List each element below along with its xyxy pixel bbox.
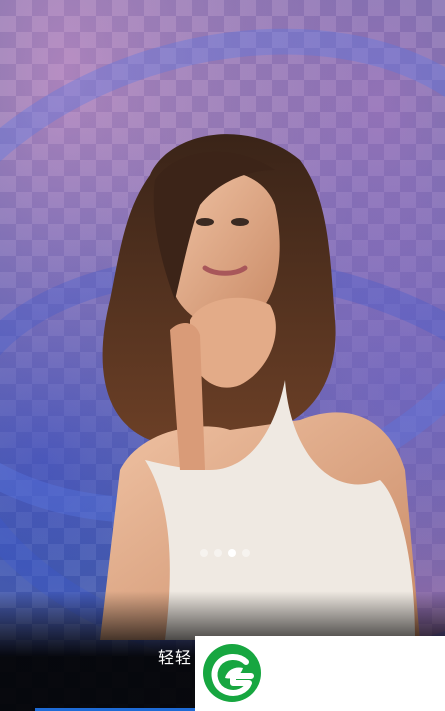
onboarding-caption: 轻轻 [158, 648, 193, 667]
watermark-badge [195, 636, 445, 711]
page-indicator [200, 549, 250, 557]
leaf-g-logo-icon [203, 644, 261, 702]
page-dot-active[interactable] [228, 549, 236, 557]
page-dot[interactable] [200, 549, 208, 557]
page-dot[interactable] [242, 549, 250, 557]
onboarding-screen: 轻轻 [0, 0, 445, 711]
page-dot[interactable] [214, 549, 222, 557]
